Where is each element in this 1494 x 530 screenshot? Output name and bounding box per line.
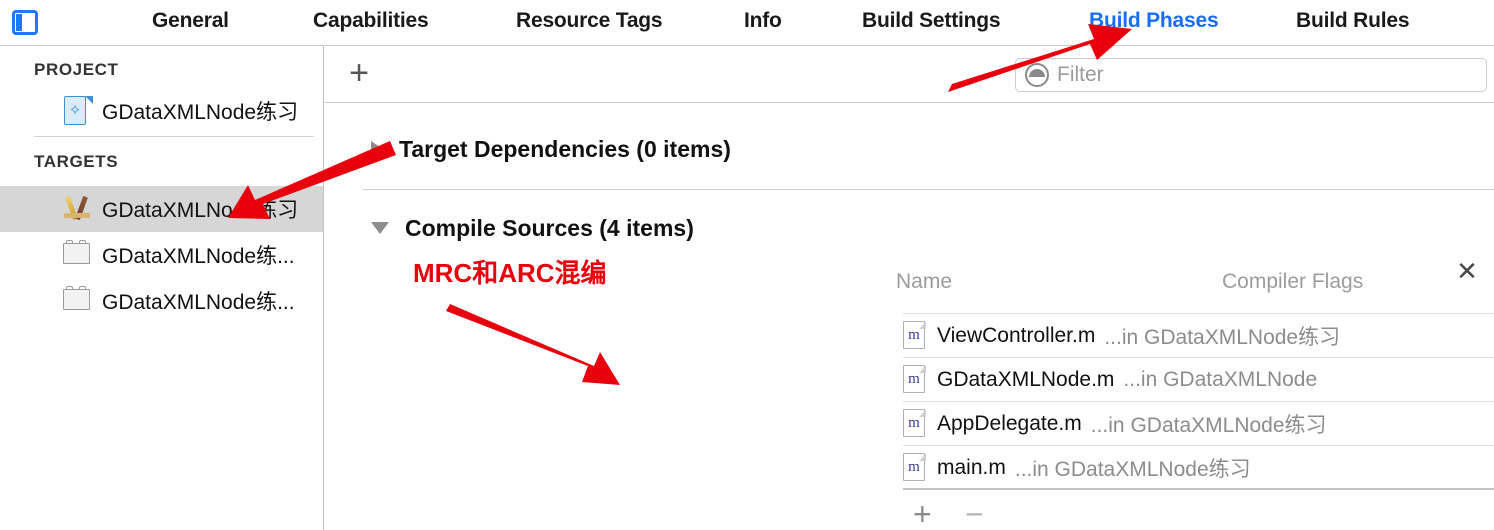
objc-m-file-letter: m [908,327,920,343]
sidebar-item-target-uitests[interactable]: GDataXMLNode练... [0,278,323,324]
filter-icon [1025,63,1049,87]
objc-m-file-letter: m [908,459,920,475]
xcode-project-icon: ✧ [62,95,94,127]
table-row[interactable]: m GDataXMLNode.m ...in GDataXMLNode [903,357,1494,401]
sidebar-item-label: GDataXMLNode练习 [102,199,299,222]
project-editor-tabbar: General Capabilities Resource Tags Info … [0,0,1494,46]
sidebar-targets-header: TARGETS [34,152,119,171]
objc-m-file-icon: m [903,321,927,350]
list-bottom-divider [903,488,1494,490]
xcode-build-phases-screen: General Capabilities Resource Tags Info … [0,0,1494,530]
tab-build-rules[interactable]: Build Rules [1296,9,1410,33]
file-location: ...in GDataXMLNode练习 [1090,413,1327,437]
file-name: ViewController.m [937,323,1096,347]
sidebar-item-label: GDataXMLNode练... [102,291,295,314]
file-name: GDataXMLNode.m [937,367,1115,391]
sidebar-divider [34,136,314,137]
table-row[interactable]: m main.m ...in GDataXMLNode练习 [903,445,1494,489]
close-icon[interactable]: ✕ [1454,258,1480,284]
project-targets-sidebar: PROJECT ✧ GDataXMLNode练习 TARGETS GDataXM… [0,46,324,530]
sidebar-toggle-icon[interactable] [12,10,38,35]
objc-m-file-icon: m [903,409,927,438]
chevron-down-icon[interactable] [371,222,389,234]
file-location: ...in GDataXMLNode练习 [1104,325,1341,349]
tab-general[interactable]: General [152,9,229,33]
sidebar-item-target-app[interactable]: GDataXMLNode练习 [0,186,323,232]
chevron-right-icon[interactable] [371,141,383,157]
phase-header-target-dependencies[interactable]: Target Dependencies (0 items) [325,127,1494,171]
filter-input[interactable]: Filter [1015,58,1487,92]
build-phases-toolbar: + Filter [325,46,1494,103]
phase-title: Compile Sources (4 items) [405,214,694,241]
app-target-icon [62,193,94,225]
table-row[interactable]: m AppDelegate.m ...in GDataXMLNode练习 [903,401,1494,445]
phase-header-compile-sources[interactable]: Compile Sources (4 items) [325,206,1494,250]
tab-build-settings[interactable]: Build Settings [862,9,1001,33]
add-build-phase-button[interactable]: + [341,56,377,92]
test-bundle-icon [62,239,94,271]
sidebar-item-project-gdataxmlnode[interactable]: ✧ GDataXMLNode练习 [0,88,323,134]
file-location: ...in GDataXMLNode练习 [1014,457,1251,481]
tab-capabilities[interactable]: Capabilities [313,9,429,33]
tab-resource-tags[interactable]: Resource Tags [516,9,663,33]
objc-m-file-letter: m [908,371,920,387]
phase-divider [363,189,1494,190]
objc-m-file-icon: m [903,365,927,394]
sidebar-item-label: GDataXMLNode练... [102,245,295,268]
sidebar-project-header: PROJECT [34,60,119,79]
table-row[interactable]: m ViewController.m ...in GDataXMLNode练习 [903,313,1494,357]
remove-file-button[interactable]: − [965,498,984,530]
sidebar-toggle-pane [16,14,22,31]
objc-m-file-letter: m [908,415,920,431]
annotation-note: MRC和ARC混编 [413,258,607,288]
column-header-name: Name [896,270,953,293]
sidebar-item-target-tests[interactable]: GDataXMLNode练... [0,232,323,278]
file-location: ...in GDataXMLNode [1123,367,1318,391]
tab-build-phases[interactable]: Build Phases [1089,9,1219,33]
filter-placeholder: Filter [1057,63,1104,86]
add-file-button[interactable]: + [913,498,932,530]
column-header-compiler-flags: Compiler Flags [1222,270,1364,293]
file-name: main.m [937,455,1006,479]
test-bundle-icon [62,285,94,317]
sidebar-item-label: GDataXMLNode练习 [102,101,299,124]
phase-title: Target Dependencies (0 items) [399,135,731,162]
file-name: AppDelegate.m [937,411,1082,435]
tab-info[interactable]: Info [744,9,782,33]
objc-m-file-icon: m [903,453,927,482]
